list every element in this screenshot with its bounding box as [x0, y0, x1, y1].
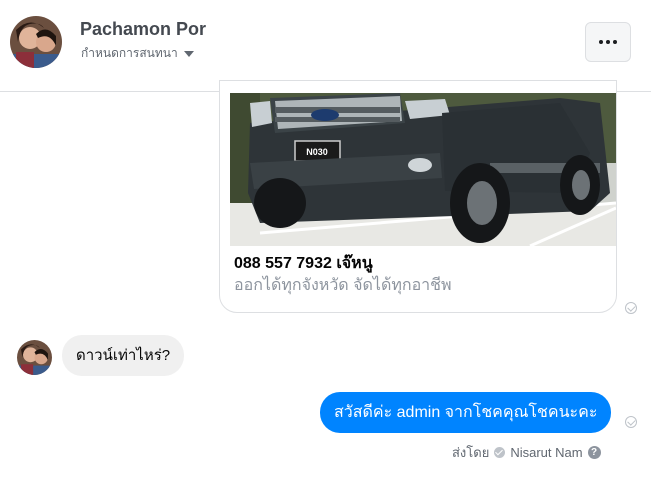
sender-name[interactable]: Nisarut Nam	[510, 445, 582, 460]
conversation-settings-label: กำหนดการสนทนา	[81, 46, 178, 60]
sent-by-line: ส่งโดย Nisarut Nam ?	[452, 442, 601, 463]
conversation-header: Pachamon Por กำหนดการสนทนา	[0, 0, 651, 92]
incoming-message[interactable]: ดาวน์เท่าไหร่?	[62, 335, 185, 376]
card-description: ออกได้ทุกจังหวัด จัดได้ทุกอาชีพ	[234, 277, 452, 294]
seen-status-icon	[625, 302, 637, 314]
sent-by-label: ส่งโดย	[452, 445, 490, 460]
dot-icon	[613, 40, 617, 44]
caret-down-icon	[183, 51, 194, 57]
dot-icon	[606, 40, 610, 44]
link-preview-card[interactable]: N030 088 557 7932 เจ๊หนู ออกได้ทุกจังหวั…	[219, 80, 617, 313]
dot-icon	[599, 40, 603, 44]
conversation-settings[interactable]: กำหนดการสนทนา	[81, 44, 194, 63]
verified-check-icon	[494, 447, 506, 458]
contact-avatar[interactable]	[10, 16, 62, 68]
truck-image[interactable]: N030	[230, 93, 616, 248]
help-icon[interactable]: ?	[587, 446, 601, 459]
outgoing-message[interactable]: สวัสดีค่ะ admin จากโชคคุณโชคนะคะ	[320, 392, 612, 433]
license-plate: N030	[306, 147, 328, 157]
more-options-button[interactable]	[585, 22, 631, 62]
sender-avatar[interactable]	[17, 340, 52, 375]
seen-status-icon	[625, 416, 637, 428]
contact-name[interactable]: Pachamon Por	[80, 19, 206, 40]
